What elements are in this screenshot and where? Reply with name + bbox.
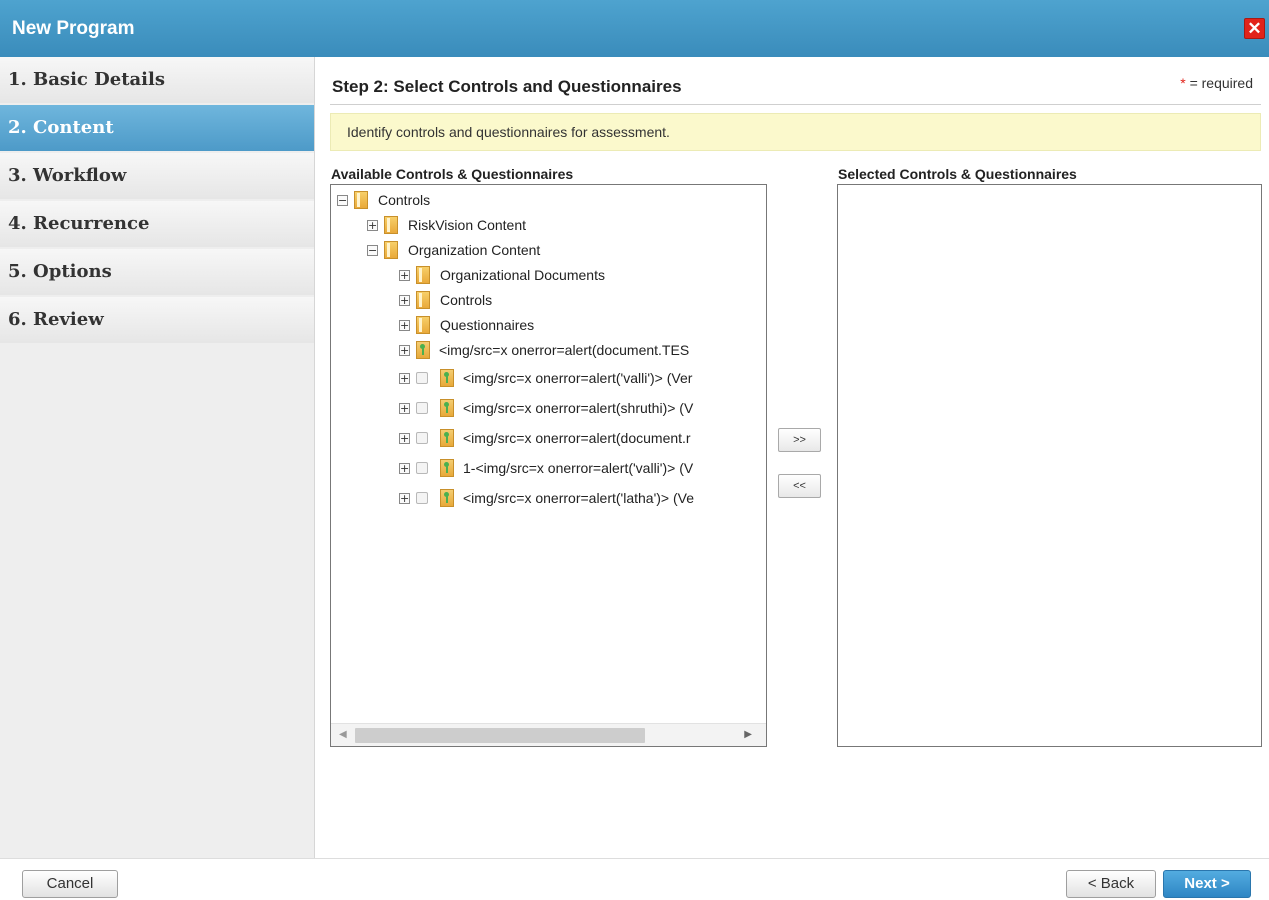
main-panel: Step 2: Select Controls and Questionnair…: [316, 57, 1269, 858]
expand-icon[interactable]: +: [399, 269, 410, 281]
folder-icon: [416, 291, 430, 309]
available-controls-tree[interactable]: − Controls + RiskVision Content − Organi…: [330, 184, 767, 747]
page-title: Step 2: Select Controls and Questionnair…: [332, 77, 682, 96]
expand-icon[interactable]: +: [367, 219, 378, 231]
horizontal-scrollbar[interactable]: ◀ ▶: [331, 723, 766, 746]
sidebar-step-basic-details[interactable]: 1. Basic Details: [0, 57, 314, 103]
wizard-steps-sidebar: 1. Basic Details 2. Content 3. Workflow …: [0, 57, 315, 858]
tree-node-label[interactable]: Organization Content: [408, 242, 540, 258]
add-selected-button[interactable]: >>: [778, 428, 821, 452]
info-message: Identify controls and questionnaires for…: [330, 113, 1261, 151]
scroll-left-icon[interactable]: ◀: [339, 729, 347, 740]
tree-node[interactable]: + <img/src=x onerror=alert('valli')> (Ve…: [399, 367, 692, 389]
expand-icon[interactable]: +: [399, 462, 410, 474]
tree-node[interactable]: + 1-<img/src=x onerror=alert('valli')> (…: [399, 457, 693, 479]
required-note: * = required: [1180, 75, 1253, 91]
tree-node[interactable]: − Organization Content: [367, 239, 540, 261]
folder-icon: [384, 241, 398, 259]
expand-icon[interactable]: +: [399, 319, 410, 331]
tree-node-label[interactable]: Controls: [378, 192, 430, 208]
cancel-button[interactable]: Cancel: [22, 870, 118, 898]
required-text: = required: [1189, 75, 1253, 91]
control-item-icon: [440, 459, 454, 477]
control-item-icon: [416, 341, 430, 359]
tree-node[interactable]: + RiskVision Content: [367, 214, 526, 236]
sidebar-step-content[interactable]: 2. Content: [0, 105, 314, 151]
item-checkbox[interactable]: [416, 372, 428, 384]
expand-icon[interactable]: +: [399, 432, 410, 444]
remove-selected-button[interactable]: <<: [778, 474, 821, 498]
folder-icon: [354, 191, 368, 209]
item-checkbox[interactable]: [416, 432, 428, 444]
tree-node-label[interactable]: <img/src=x onerror=alert('valli')> (Ver: [463, 370, 692, 386]
sidebar-step-workflow[interactable]: 3. Workflow: [0, 153, 314, 199]
folder-icon: [416, 266, 430, 284]
scrollbar-thumb[interactable]: [355, 728, 645, 743]
item-checkbox[interactable]: [416, 462, 428, 474]
tree-node[interactable]: + Organizational Documents: [399, 264, 605, 286]
next-button[interactable]: Next >: [1163, 870, 1251, 898]
available-list-label: Available Controls & Questionnaires: [331, 166, 574, 182]
selected-list-label: Selected Controls & Questionnaires: [838, 166, 1077, 182]
tree-node-label[interactable]: Organizational Documents: [440, 267, 605, 283]
tree-node-label[interactable]: Controls: [440, 292, 492, 308]
tree-node-label[interactable]: <img/src=x onerror=alert(document.TES: [439, 342, 689, 358]
scroll-right-icon[interactable]: ▶: [744, 729, 752, 740]
tree-node-label[interactable]: <img/src=x onerror=alert(shruthi)> (V: [463, 400, 693, 416]
expand-icon[interactable]: +: [399, 372, 410, 384]
tree-node-label[interactable]: 1-<img/src=x onerror=alert('valli')> (V: [463, 460, 693, 476]
dialog-title-bar: New Program ✕: [0, 0, 1269, 57]
sidebar-step-options[interactable]: 5. Options: [0, 249, 314, 295]
tree-node-label[interactable]: Questionnaires: [440, 317, 534, 333]
tree-node[interactable]: + Controls: [399, 289, 492, 311]
item-checkbox[interactable]: [416, 402, 428, 414]
close-icon[interactable]: ✕: [1244, 18, 1265, 39]
item-checkbox[interactable]: [416, 492, 428, 504]
sidebar-step-label: 6. Review: [8, 309, 104, 330]
folder-icon: [416, 316, 430, 334]
collapse-icon[interactable]: −: [367, 244, 378, 256]
sidebar-step-label: 3. Workflow: [8, 165, 127, 186]
control-item-icon: [440, 489, 454, 507]
expand-icon[interactable]: +: [399, 402, 410, 414]
expand-icon[interactable]: +: [399, 492, 410, 504]
required-star: *: [1180, 75, 1186, 91]
dialog-footer: Cancel < Back Next >: [0, 858, 1269, 900]
selected-controls-list[interactable]: [837, 184, 1262, 747]
tree-node[interactable]: − Controls: [337, 189, 430, 211]
control-item-icon: [440, 429, 454, 447]
expand-icon[interactable]: +: [399, 344, 410, 356]
folder-icon: [384, 216, 398, 234]
sidebar-step-label: 2. Content: [8, 117, 114, 138]
sidebar-step-label: 1. Basic Details: [8, 69, 165, 90]
back-button[interactable]: < Back: [1066, 870, 1156, 898]
tree-node-label[interactable]: <img/src=x onerror=alert('latha')> (Ve: [463, 490, 694, 506]
tree-node[interactable]: + <img/src=x onerror=alert(document.TES: [399, 339, 689, 361]
collapse-icon[interactable]: −: [337, 194, 348, 206]
tree-node[interactable]: + <img/src=x onerror=alert(shruthi)> (V: [399, 397, 693, 419]
sidebar-step-label: 5. Options: [8, 261, 112, 282]
tree-node-label[interactable]: <img/src=x onerror=alert(document.r: [463, 430, 691, 446]
sidebar-step-label: 4. Recurrence: [8, 213, 150, 234]
tree-node[interactable]: + <img/src=x onerror=alert(document.r: [399, 427, 691, 449]
tree-node-label[interactable]: RiskVision Content: [408, 217, 526, 233]
tree-node[interactable]: + Questionnaires: [399, 314, 534, 336]
title-divider: [330, 104, 1261, 105]
dialog-title: New Program: [12, 18, 135, 39]
control-item-icon: [440, 369, 454, 387]
tree-node[interactable]: + <img/src=x onerror=alert('latha')> (Ve: [399, 487, 694, 509]
sidebar-step-review[interactable]: 6. Review: [0, 297, 314, 343]
expand-icon[interactable]: +: [399, 294, 410, 306]
sidebar-step-recurrence[interactable]: 4. Recurrence: [0, 201, 314, 247]
control-item-icon: [440, 399, 454, 417]
